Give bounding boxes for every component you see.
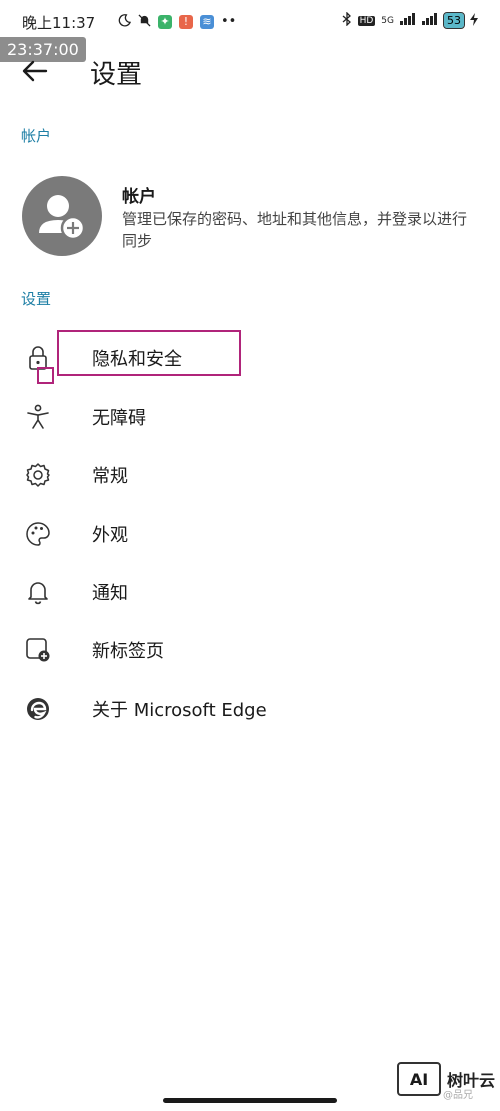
edge-logo-icon xyxy=(24,695,52,723)
status-notification-icons: ✦ ! ≋ •• xyxy=(118,12,236,31)
home-indicator[interactable] xyxy=(163,1098,337,1103)
watermark-subtext: @品兄 xyxy=(443,1090,473,1101)
signal-icon xyxy=(400,13,416,28)
section-label-account: 帐户 xyxy=(21,127,52,145)
settings-item-label: 外观 xyxy=(92,525,128,546)
settings-item-accessibility[interactable]: 无障碍 xyxy=(0,391,500,441)
charging-icon xyxy=(470,12,478,29)
settings-item-notifications[interactable]: 通知 xyxy=(0,566,500,616)
account-row[interactable]: 帐户 管理已保存的密码、地址和其他信息，并登录以进行同步 xyxy=(0,168,500,264)
settings-item-label: 无障碍 xyxy=(92,408,146,429)
settings-item-general[interactable]: 常规 xyxy=(0,449,500,499)
status-time: 晚上11:37 xyxy=(22,14,96,32)
avatar xyxy=(22,176,102,256)
mute-bell-icon xyxy=(138,12,151,31)
more-dots-icon: •• xyxy=(221,14,237,29)
network-type: 5G xyxy=(381,15,394,26)
settings-item-label: 通知 xyxy=(92,583,128,604)
palette-icon xyxy=(24,520,52,548)
page-title: 设置 xyxy=(90,60,143,90)
highlight-box xyxy=(57,330,241,376)
arrow-left-icon xyxy=(22,60,48,82)
settings-item-appearance[interactable]: 外观 xyxy=(0,508,500,558)
signal-icon xyxy=(422,13,438,28)
hd-icon: HD xyxy=(357,15,376,26)
app-notification-icon: ! xyxy=(179,14,193,29)
watermark-logo: AI xyxy=(397,1062,441,1096)
moon-icon xyxy=(118,12,132,31)
add-user-icon xyxy=(39,195,86,241)
account-title: 帐户 xyxy=(122,187,156,207)
gear-icon xyxy=(24,461,52,489)
section-label-settings: 设置 xyxy=(21,290,52,308)
bluetooth-icon xyxy=(342,11,352,29)
back-button[interactable] xyxy=(20,56,50,86)
settings-item-new-tab-page[interactable]: 新标签页 xyxy=(0,624,500,674)
status-right-icons: HD 5G 53 xyxy=(342,11,478,29)
app-notification-icon: ✦ xyxy=(158,14,172,29)
new-tab-icon xyxy=(24,636,52,664)
settings-item-label: 关于 Microsoft Edge xyxy=(92,700,267,721)
settings-item-label: 常规 xyxy=(92,466,128,487)
accessibility-icon xyxy=(24,403,52,431)
highlight-marker xyxy=(37,367,54,384)
bell-icon xyxy=(24,578,52,606)
account-description: 管理已保存的密码、地址和其他信息，并登录以进行同步 xyxy=(122,210,468,250)
settings-item-about-edge[interactable]: 关于 Microsoft Edge xyxy=(0,683,500,733)
settings-item-label: 新标签页 xyxy=(92,641,164,662)
app-notification-icon: ≋ xyxy=(200,14,214,29)
battery-indicator: 53 xyxy=(443,12,465,29)
